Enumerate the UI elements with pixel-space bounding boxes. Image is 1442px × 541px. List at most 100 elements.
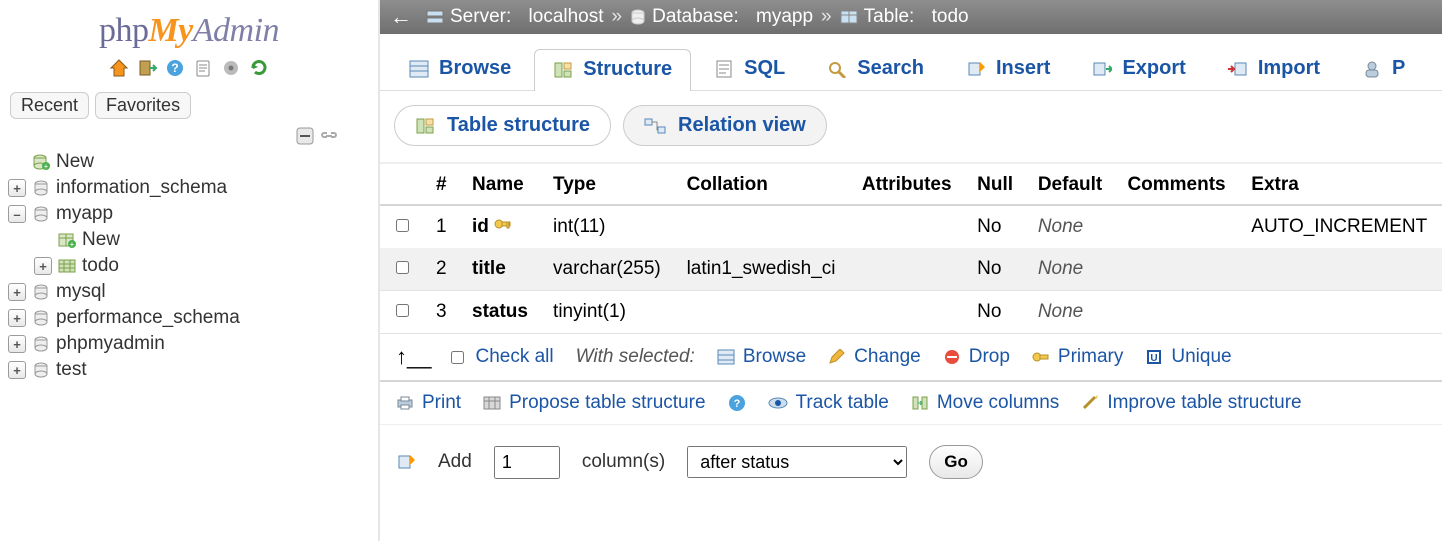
collapse-icon[interactable]: – bbox=[8, 205, 26, 223]
subtab-relation-view[interactable]: Relation view bbox=[623, 105, 827, 146]
action-browse[interactable]: Browse bbox=[717, 346, 806, 368]
th-null: Null bbox=[965, 164, 1026, 206]
favorites-tab[interactable]: Favorites bbox=[95, 92, 191, 119]
collapse-all-icon[interactable] bbox=[296, 127, 314, 145]
breadcrumb: ← Server: localhost » Database: myapp » … bbox=[380, 0, 1442, 34]
tree-new-table[interactable]: + New bbox=[34, 227, 372, 253]
th-idx: # bbox=[424, 164, 460, 206]
tree-db-phpmyadmin[interactable]: + phpmyadmin bbox=[8, 331, 372, 357]
table-tools: Print Propose table structure ? Track ta… bbox=[380, 380, 1442, 424]
tool-improve[interactable]: Improve table structure bbox=[1081, 392, 1301, 414]
check-all-checkbox[interactable] bbox=[451, 351, 464, 364]
table-row: 2 title varchar(255) latin1_swedish_ci N… bbox=[380, 248, 1442, 291]
pencil-icon bbox=[828, 349, 846, 365]
tree-label: phpmyadmin bbox=[56, 333, 165, 355]
relation-icon bbox=[644, 117, 666, 135]
tree-db-test[interactable]: + test bbox=[8, 357, 372, 383]
new-table-icon: + bbox=[58, 232, 76, 248]
recent-tab[interactable]: Recent bbox=[10, 92, 89, 119]
tab-more[interactable]: P bbox=[1343, 48, 1424, 90]
tool-move-columns[interactable]: Move columns bbox=[911, 392, 1060, 414]
tool-propose[interactable]: Propose table structure bbox=[483, 392, 705, 414]
browse-icon bbox=[409, 60, 429, 78]
tree-label: todo bbox=[82, 255, 119, 277]
tab-search[interactable]: Search bbox=[808, 48, 943, 90]
breadcrumb-table[interactable]: Table: todo bbox=[840, 6, 969, 28]
th-collation: Collation bbox=[675, 164, 850, 206]
add-count-input[interactable] bbox=[494, 446, 560, 479]
th-attributes: Attributes bbox=[850, 164, 965, 206]
search-icon bbox=[827, 60, 847, 78]
add-go-button[interactable]: Go bbox=[929, 445, 983, 479]
tool-print[interactable]: Print bbox=[396, 392, 461, 414]
subtab-table-structure[interactable]: Table structure bbox=[394, 105, 611, 146]
table-row: 1 id int(11) No None AUTO_INCREMENT bbox=[380, 205, 1442, 248]
tab-export[interactable]: Export bbox=[1073, 48, 1204, 90]
tree-db-mysql[interactable]: + mysql bbox=[8, 279, 372, 305]
top-tabs: Browse Structure SQL Search bbox=[380, 34, 1442, 91]
home-icon[interactable] bbox=[109, 58, 129, 78]
svg-text:+: + bbox=[44, 162, 49, 170]
th-extra: Extra bbox=[1239, 164, 1442, 206]
action-drop[interactable]: Drop bbox=[943, 346, 1010, 368]
sidebar: phpMyAdmin ? Recent Favorites bbox=[0, 0, 380, 541]
expand-icon[interactable]: + bbox=[8, 361, 26, 379]
tree-label: performance_schema bbox=[56, 307, 240, 329]
structure-icon bbox=[415, 117, 435, 135]
propose-icon bbox=[483, 395, 501, 411]
svg-text:U: U bbox=[1151, 353, 1158, 364]
database-icon bbox=[32, 362, 50, 378]
tree-new-database[interactable]: + New bbox=[8, 149, 372, 175]
tree-table-todo[interactable]: + todo bbox=[34, 253, 372, 279]
action-unique[interactable]: U Unique bbox=[1145, 346, 1231, 368]
breadcrumb-server[interactable]: Server: localhost bbox=[426, 6, 604, 28]
add-position-select[interactable]: after status bbox=[687, 446, 907, 478]
th-comments: Comments bbox=[1115, 164, 1239, 206]
row-checkbox[interactable] bbox=[396, 304, 409, 317]
tree-db-performance_schema[interactable]: + performance_schema bbox=[8, 305, 372, 331]
logout-icon[interactable] bbox=[137, 58, 157, 78]
tab-insert[interactable]: Insert bbox=[947, 48, 1069, 90]
svg-text:?: ? bbox=[733, 398, 740, 410]
database-icon bbox=[32, 336, 50, 352]
link-icon[interactable] bbox=[320, 127, 338, 145]
select-arrow-icon: ↑__ bbox=[396, 344, 431, 370]
expand-icon[interactable]: + bbox=[8, 179, 26, 197]
primary-key-icon bbox=[1032, 349, 1050, 365]
tree-db-information_schema[interactable]: + information_schema bbox=[8, 175, 372, 201]
unique-icon: U bbox=[1145, 349, 1163, 365]
action-primary[interactable]: Primary bbox=[1032, 346, 1123, 368]
table-icon bbox=[58, 258, 76, 274]
tab-browse[interactable]: Browse bbox=[390, 48, 530, 90]
expand-icon[interactable]: + bbox=[8, 335, 26, 353]
back-arrow-icon[interactable]: ← bbox=[390, 4, 418, 30]
sidebar-toolbar: ? bbox=[6, 52, 372, 88]
row-checkbox[interactable] bbox=[396, 219, 409, 232]
import-icon bbox=[1228, 60, 1248, 78]
tab-sql[interactable]: SQL bbox=[695, 48, 804, 90]
tab-structure[interactable]: Structure bbox=[534, 49, 691, 91]
reload-icon[interactable] bbox=[249, 58, 269, 78]
tab-import[interactable]: Import bbox=[1209, 48, 1339, 90]
tree-db-myapp[interactable]: – myapp bbox=[8, 201, 372, 227]
help-icon[interactable]: ? bbox=[728, 394, 746, 412]
tree-label: New bbox=[82, 229, 120, 251]
action-change[interactable]: Change bbox=[828, 346, 921, 368]
database-tree: + New + information_schema – myapp bbox=[6, 149, 372, 383]
breadcrumb-database[interactable]: Database: myapp bbox=[630, 6, 813, 28]
insert-icon bbox=[966, 60, 986, 78]
docs-icon[interactable]: ? bbox=[165, 58, 185, 78]
tool-track[interactable]: Track table bbox=[768, 392, 889, 414]
move-icon bbox=[911, 395, 929, 411]
expand-icon[interactable]: + bbox=[8, 283, 26, 301]
sql-icon bbox=[714, 60, 734, 78]
th-default: Default bbox=[1026, 164, 1116, 206]
settings-icon[interactable] bbox=[221, 58, 241, 78]
tree-label: mysql bbox=[56, 281, 106, 303]
check-all-link[interactable]: Check all bbox=[475, 346, 553, 368]
expand-icon[interactable]: + bbox=[34, 257, 52, 275]
sql-icon[interactable] bbox=[193, 58, 213, 78]
row-checkbox[interactable] bbox=[396, 261, 409, 274]
expand-icon[interactable]: + bbox=[8, 309, 26, 327]
database-icon bbox=[32, 206, 50, 222]
